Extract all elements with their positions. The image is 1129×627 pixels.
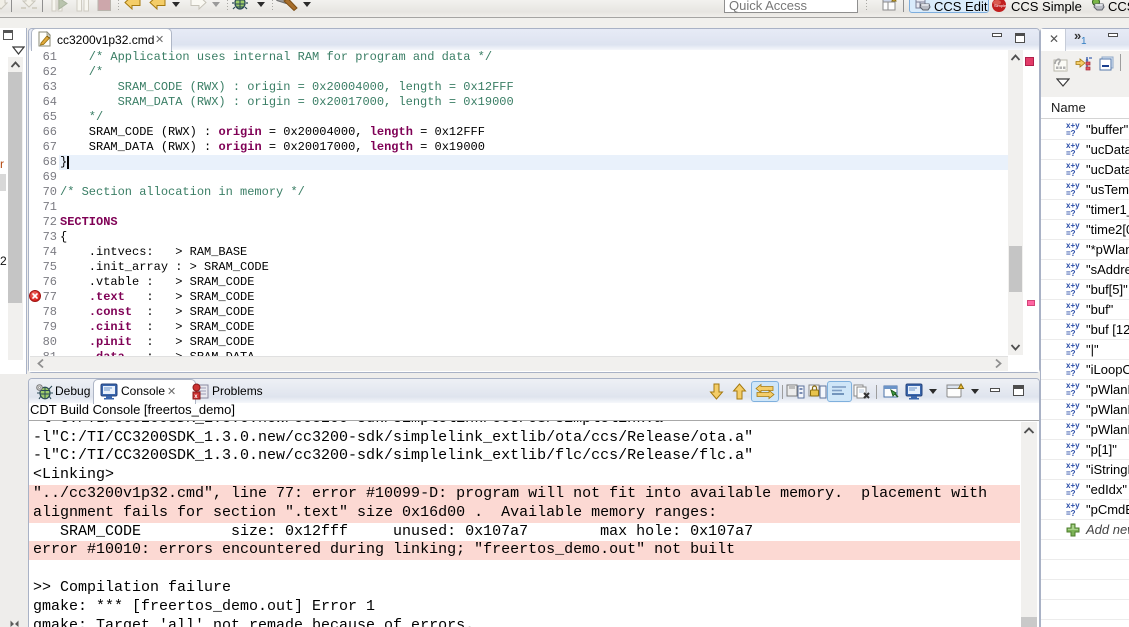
svg-text:Simple: Simple	[994, 3, 1007, 8]
